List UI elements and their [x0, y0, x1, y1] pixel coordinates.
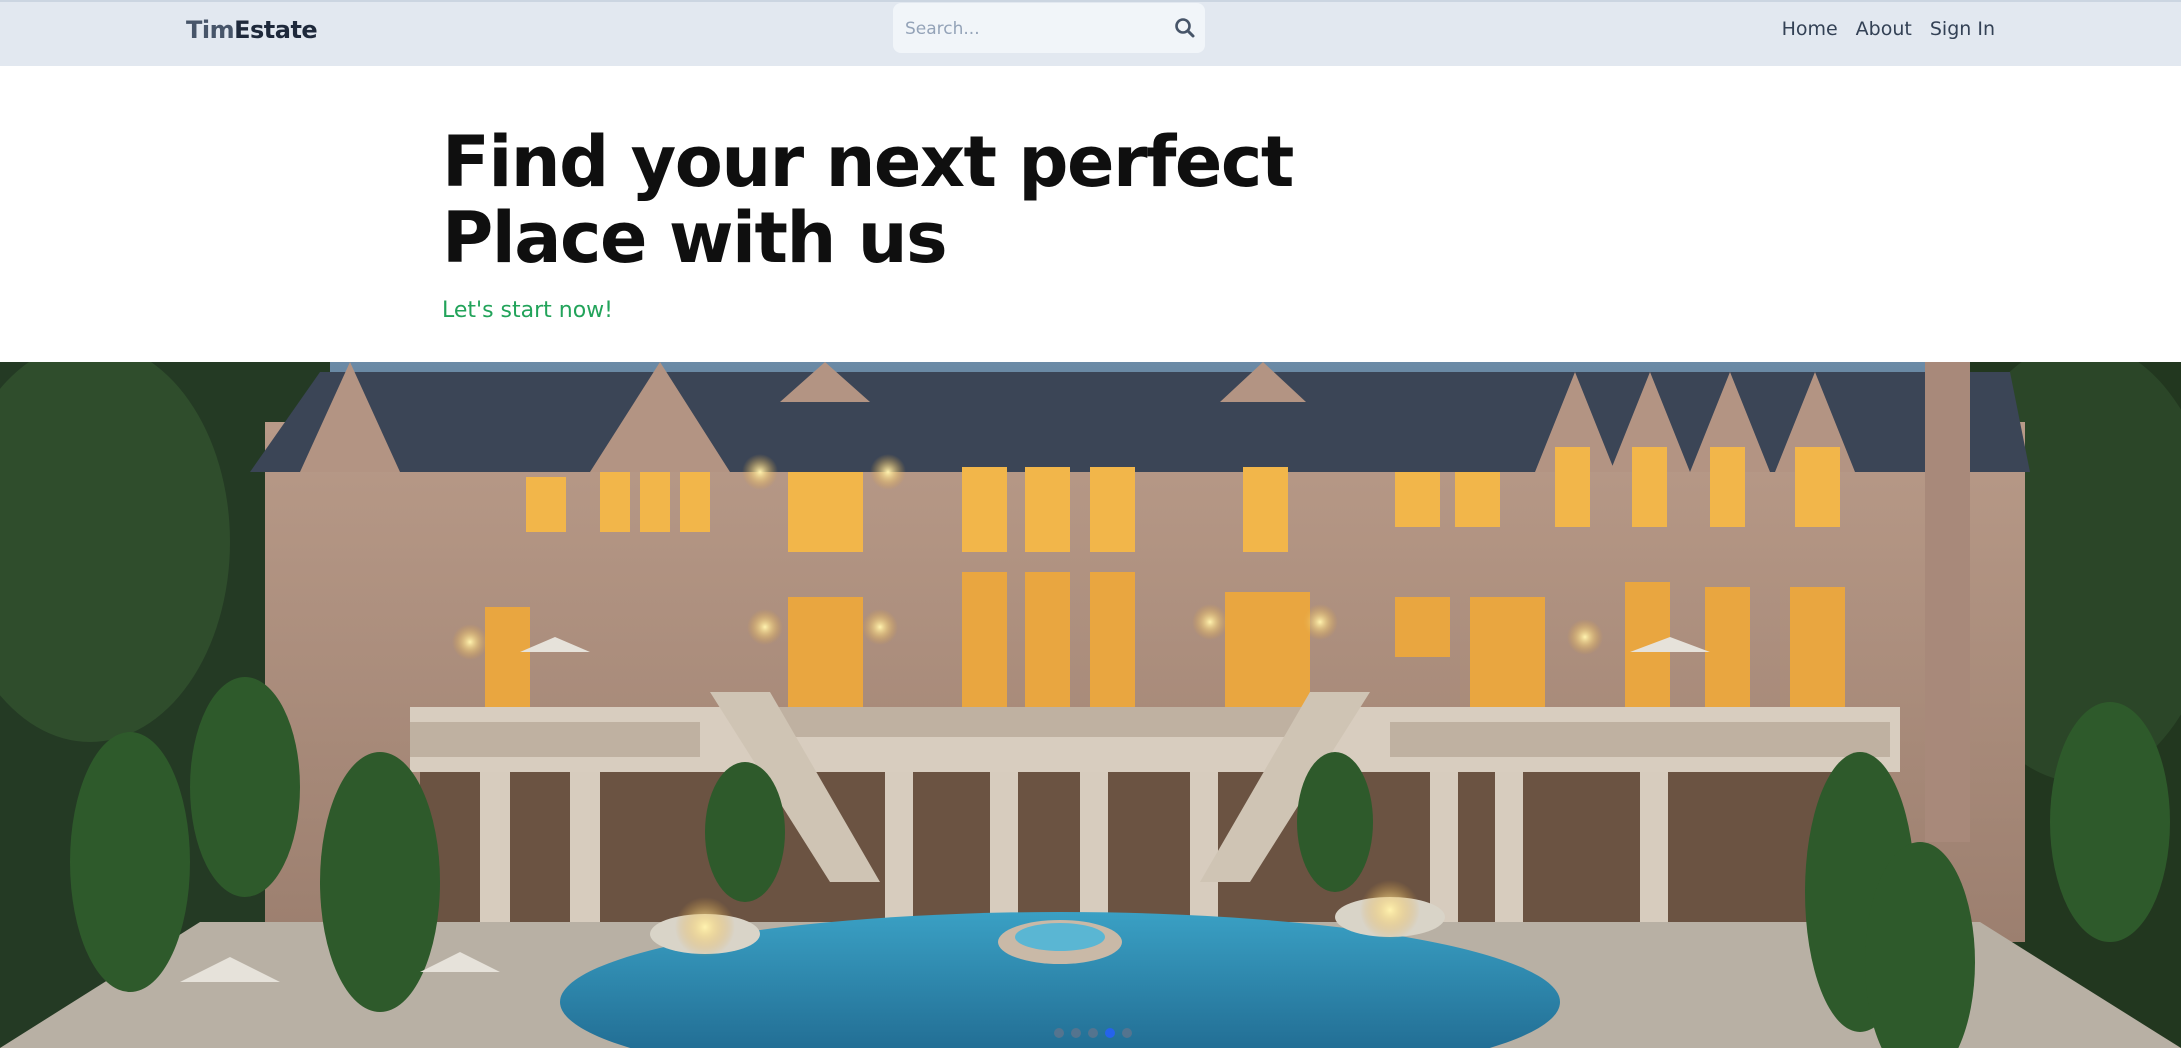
carousel-dot-5[interactable]	[1122, 1028, 1132, 1038]
nav-links: Home About Sign In	[1782, 18, 1995, 40]
nav-home-link[interactable]: Home	[1782, 18, 1838, 40]
top-navbar: TimEstate Home About Sign In	[0, 0, 2181, 66]
carousel-dot-2[interactable]	[1071, 1028, 1081, 1038]
carousel-dot-1[interactable]	[1054, 1028, 1064, 1038]
carousel-slide-image	[0, 362, 2181, 1048]
carousel-dot-3[interactable]	[1088, 1028, 1098, 1038]
nav-signin-link[interactable]: Sign In	[1930, 18, 1995, 40]
nav-about-link[interactable]: About	[1856, 18, 1912, 40]
carousel-dot-4-active[interactable]	[1105, 1028, 1115, 1038]
search-icon[interactable]	[1173, 16, 1197, 40]
carousel-indicators	[1054, 1028, 1132, 1038]
hero-section: Find your next perfect Place with us Let…	[442, 121, 1294, 323]
mansion-image	[0, 362, 2181, 1048]
search-form	[893, 3, 1205, 53]
logo-tim: Tim	[186, 16, 235, 44]
hero-cta-link[interactable]: Let's start now!	[442, 298, 1293, 323]
search-input[interactable]	[903, 13, 1167, 45]
hero-title: Find your next perfect Place with us	[442, 121, 1294, 279]
site-logo[interactable]: TimEstate	[186, 16, 318, 44]
logo-estate: Estate	[234, 16, 318, 44]
hero-title-line2: Place with us	[442, 197, 948, 279]
hero-title-line1: Find your next perfect	[442, 121, 1294, 203]
